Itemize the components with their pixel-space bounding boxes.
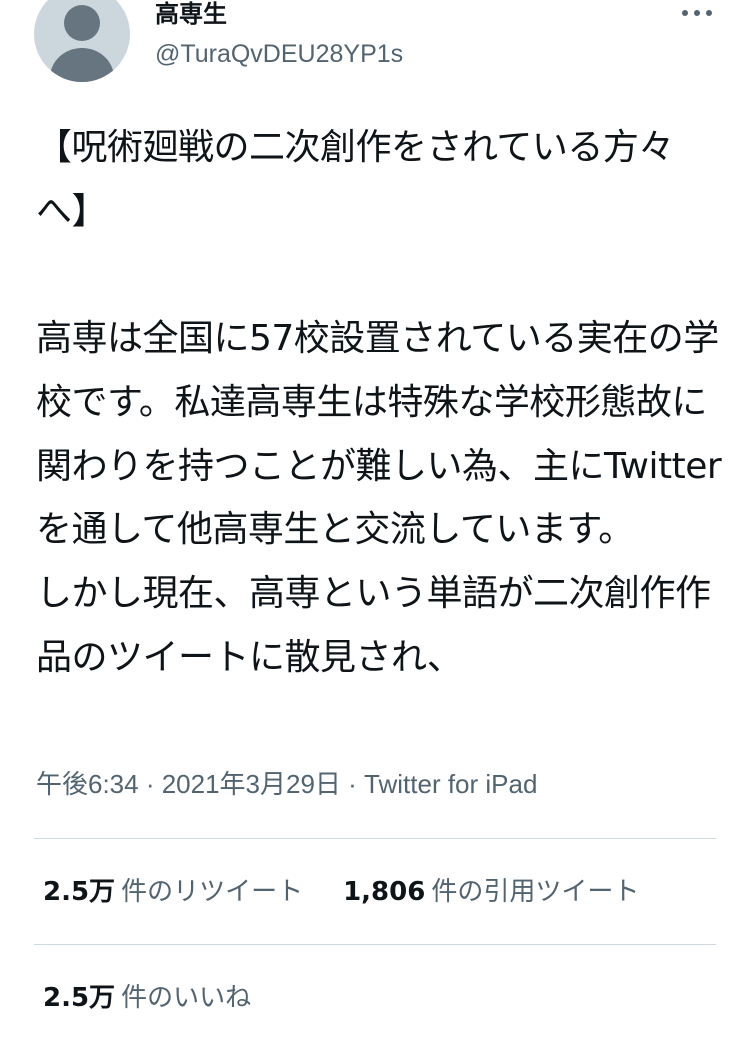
like-stat[interactable]: 2.5万 件のいいね bbox=[43, 983, 251, 1013]
quote-stat[interactable]: 1,806 件の引用ツイート bbox=[343, 877, 639, 907]
divider bbox=[34, 838, 716, 839]
avatar-body-shape bbox=[50, 48, 114, 82]
more-dot bbox=[706, 10, 712, 16]
like-label: 件のいいね bbox=[121, 983, 252, 1013]
more-dot bbox=[682, 10, 688, 16]
tweet-text: 【呪術廻戦の二次創作をされている方々へ】 高専は全国に57校設置されている実在の… bbox=[36, 127, 722, 678]
more-options-icon[interactable] bbox=[672, 0, 722, 26]
like-count: 2.5万 bbox=[43, 983, 116, 1013]
display-name[interactable]: 高専生 bbox=[155, 0, 227, 30]
stats-row: 2.5万 件のリツイート 1,806 件の引用ツイート bbox=[43, 870, 639, 914]
avatar[interactable] bbox=[34, 0, 130, 82]
quote-label: 件の引用ツイート bbox=[431, 877, 640, 907]
avatar-head-shape bbox=[64, 5, 100, 41]
retweet-count: 2.5万 bbox=[43, 877, 116, 907]
tweet-timestamp[interactable]: 午後6:34 · 2021年3月29日 · Twitter for iPad bbox=[36, 762, 537, 806]
retweet-stat[interactable]: 2.5万 件のリツイート bbox=[43, 877, 303, 907]
more-dot bbox=[694, 10, 700, 16]
divider bbox=[34, 944, 716, 945]
quote-count: 1,806 bbox=[343, 877, 426, 907]
retweet-label: 件のリツイート bbox=[121, 877, 304, 907]
user-handle[interactable]: @TuraQvDEU28YP1s bbox=[155, 38, 403, 70]
likes-row: 2.5万 件のいいね bbox=[43, 976, 251, 1020]
